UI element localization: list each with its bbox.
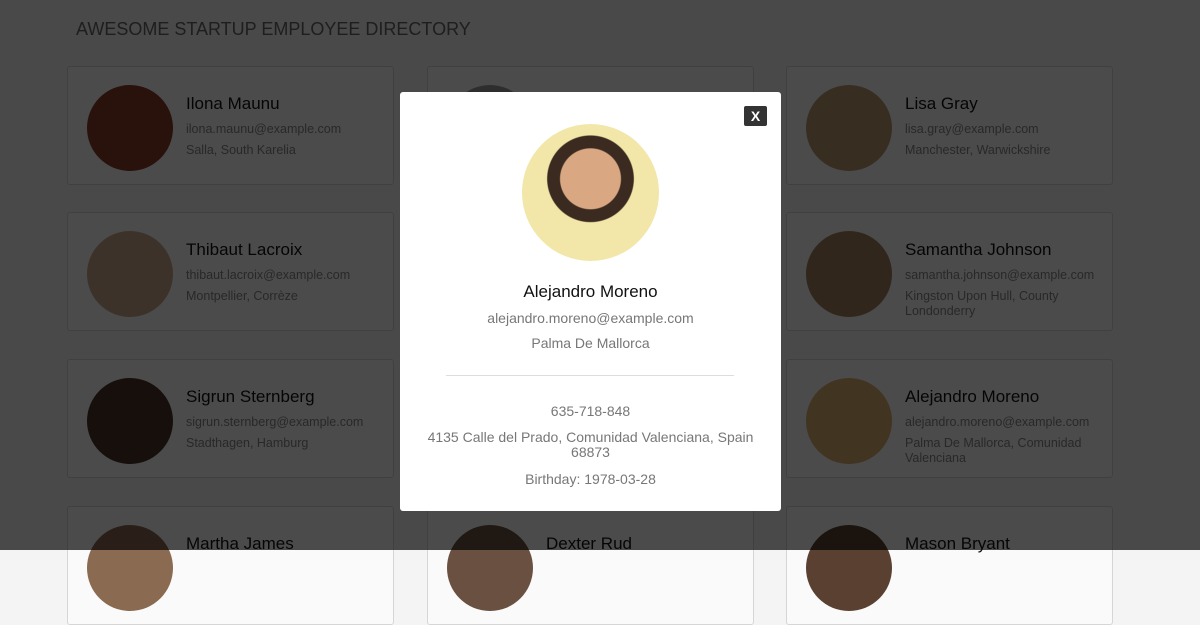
modal-birthday: Birthday: 1978-03-28 [525,471,656,487]
modal-address-zip: 68873 [571,444,610,460]
modal-phone: 635-718-848 [550,403,631,419]
page-title: AWESOME STARTUP EMPLOYEE DIRECTORY [76,19,471,39]
modal-name: Alejandro Moreno [523,282,658,301]
modal-email: alejandro.moreno@example.com [487,310,694,326]
divider [446,375,734,376]
modal-city: Palma De Mallorca [531,335,650,351]
employee-modal: X Alejandro Moreno alejandro.moreno@exam… [400,92,781,511]
avatar [522,124,659,261]
modal-address: 4135 Calle del Prado, Comunidad Valencia… [427,429,754,445]
close-button[interactable]: X [744,106,767,126]
